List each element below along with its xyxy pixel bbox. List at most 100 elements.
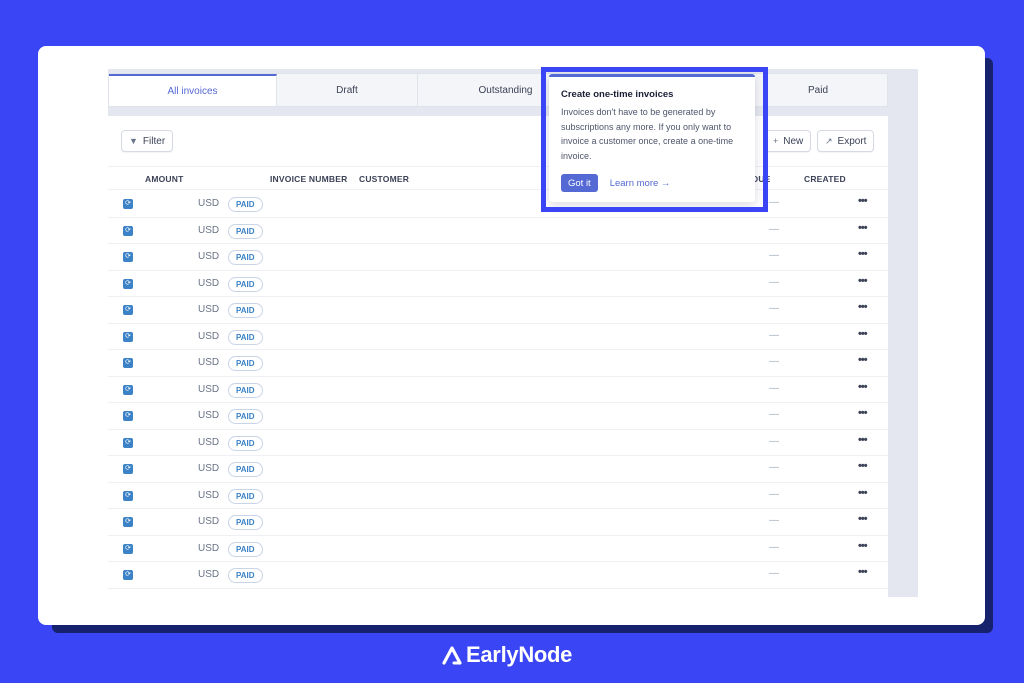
table-row[interactable]: ⟳ USD PAID — ••• bbox=[108, 430, 888, 456]
row-actions-icon[interactable]: ••• bbox=[858, 275, 868, 287]
brand-logo: EarlyNode bbox=[442, 642, 572, 668]
status-badge: PAID bbox=[228, 250, 263, 265]
export-arrow-icon: ↗ bbox=[825, 135, 833, 146]
status-badge: PAID bbox=[228, 356, 263, 371]
amount-currency: USD bbox=[198, 224, 220, 236]
new-label: New bbox=[783, 135, 804, 147]
new-invoice-button[interactable]: + New bbox=[765, 130, 812, 152]
status-badge: PAID bbox=[228, 303, 263, 318]
row-actions-icon[interactable]: ••• bbox=[858, 381, 868, 393]
row-actions-icon[interactable]: ••• bbox=[858, 195, 868, 207]
column-amount[interactable]: AMOUNT bbox=[145, 174, 184, 184]
amount-currency: USD bbox=[198, 277, 220, 289]
row-actions-icon[interactable]: ••• bbox=[858, 354, 868, 366]
invoice-icon: ⟳ bbox=[123, 437, 133, 448]
column-created[interactable]: CREATED bbox=[804, 174, 846, 184]
amount-currency: USD bbox=[198, 542, 220, 554]
invoice-icon: ⟳ bbox=[123, 570, 133, 580]
table-row[interactable]: ⟳ USD PAID — ••• bbox=[108, 271, 888, 297]
invoice-rows: ⟳ USD PAID — ••• ⟳ USD PAID — ••• ⟳ USD PAID — ••• ⟳ USD… bbox=[108, 191, 888, 589]
row-actions-icon[interactable]: ••• bbox=[858, 407, 868, 419]
table-row[interactable]: ⟳ USD PAID — ••• bbox=[108, 403, 888, 430]
due-value: — bbox=[769, 488, 779, 500]
invoice-icon: ⟳ bbox=[123, 305, 133, 315]
status-badge: PAID bbox=[228, 276, 263, 292]
filter-label: Filter bbox=[142, 135, 166, 147]
table-row[interactable]: ⟳ USD PAID — ••• bbox=[108, 218, 888, 244]
amount-currency: USD bbox=[198, 304, 220, 315]
status-badge: PAID bbox=[228, 568, 263, 583]
row-actions-icon[interactable]: ••• bbox=[858, 301, 868, 313]
table-row[interactable]: ⟳ USD PAID — ••• bbox=[108, 377, 888, 403]
amount-currency: USD bbox=[198, 383, 220, 395]
due-value: — bbox=[769, 515, 779, 526]
due-value: — bbox=[769, 409, 779, 420]
row-actions-icon[interactable]: ••• bbox=[858, 566, 868, 578]
due-value: — bbox=[769, 382, 779, 394]
due-value: — bbox=[769, 303, 779, 314]
tab-all-invoices[interactable]: All invoices bbox=[109, 74, 277, 106]
row-actions-icon[interactable]: ••• bbox=[858, 434, 868, 446]
status-badge: PAID bbox=[228, 515, 263, 530]
filter-icon: ▼ bbox=[129, 136, 138, 146]
tab-paid[interactable]: Paid bbox=[749, 74, 887, 106]
column-invoice-number[interactable]: INVOICE NUMBER bbox=[270, 174, 347, 184]
invoices-app: All invoices Draft Outstanding Paid ▼ Fi… bbox=[108, 69, 918, 597]
due-value: — bbox=[769, 197, 779, 208]
row-actions-icon[interactable]: ••• bbox=[858, 328, 868, 340]
row-actions-icon[interactable]: ••• bbox=[858, 248, 868, 260]
brand-name: EarlyNode bbox=[466, 642, 573, 667]
status-badge: PAID bbox=[228, 541, 263, 557]
invoice-icon: ⟳ bbox=[123, 225, 133, 236]
table-row[interactable]: ⟳ USD PAID — ••• bbox=[108, 562, 888, 589]
status-badge: PAID bbox=[228, 488, 263, 504]
due-value: — bbox=[769, 541, 779, 553]
row-actions-icon[interactable]: ••• bbox=[858, 460, 868, 472]
invoice-icon: ⟳ bbox=[123, 517, 133, 527]
tab-draft[interactable]: Draft bbox=[277, 74, 418, 106]
invoice-list-panel: ▼ Filter + New ↗ Export AMOUNT INVOICE N… bbox=[108, 116, 888, 597]
table-row[interactable]: ⟳ USD PAID — ••• bbox=[108, 483, 888, 509]
amount-currency: USD bbox=[198, 410, 220, 421]
row-actions-icon[interactable]: ••• bbox=[858, 513, 868, 525]
invoice-icon: ⟳ bbox=[123, 358, 133, 368]
invoice-icon: ⟳ bbox=[123, 411, 133, 421]
invoice-tabs: All invoices Draft Outstanding Paid bbox=[108, 73, 888, 107]
filter-button[interactable]: ▼ Filter bbox=[121, 130, 174, 152]
amount-currency: USD bbox=[198, 198, 220, 209]
table-row[interactable]: ⟳ USD PAID — ••• bbox=[108, 244, 888, 271]
amount-currency: USD bbox=[198, 436, 220, 448]
screenshot-card: All invoices Draft Outstanding Paid ▼ Fi… bbox=[38, 46, 985, 625]
amount-currency: USD bbox=[198, 516, 220, 527]
due-value: — bbox=[769, 250, 779, 261]
status-badge: PAID bbox=[228, 435, 263, 451]
table-row[interactable]: ⟳ USD PAID — ••• bbox=[108, 297, 888, 324]
due-value: — bbox=[769, 356, 779, 367]
status-badge: PAID bbox=[228, 382, 263, 398]
export-label: Export bbox=[837, 135, 867, 147]
invoice-icon: ⟳ bbox=[123, 490, 133, 501]
status-badge: PAID bbox=[228, 409, 263, 424]
table-row[interactable]: ⟳ USD PAID — ••• bbox=[108, 456, 888, 483]
popover-highlight-frame bbox=[541, 67, 768, 212]
invoice-icon: ⟳ bbox=[123, 464, 133, 474]
table-row[interactable]: ⟳ USD PAID — ••• bbox=[108, 324, 888, 350]
amount-currency: USD bbox=[198, 330, 220, 342]
amount-currency: USD bbox=[198, 357, 220, 368]
export-button[interactable]: ↗ Export bbox=[817, 130, 875, 152]
table-row[interactable]: ⟳ USD PAID — ••• bbox=[108, 536, 888, 562]
amount-currency: USD bbox=[198, 251, 220, 262]
row-actions-icon[interactable]: ••• bbox=[858, 540, 868, 552]
due-value: — bbox=[769, 223, 779, 235]
table-row[interactable]: ⟳ USD PAID — ••• bbox=[108, 350, 888, 377]
table-row[interactable]: ⟳ USD PAID — ••• bbox=[108, 191, 888, 218]
due-value: — bbox=[769, 329, 779, 341]
column-customer[interactable]: CUSTOMER bbox=[359, 174, 409, 184]
row-actions-icon[interactable]: ••• bbox=[858, 222, 868, 234]
invoice-icon: ⟳ bbox=[123, 278, 133, 289]
amount-currency: USD bbox=[198, 569, 220, 580]
status-badge: PAID bbox=[228, 197, 263, 212]
table-row[interactable]: ⟳ USD PAID — ••• bbox=[108, 509, 888, 536]
invoice-icon: ⟳ bbox=[123, 384, 133, 395]
row-actions-icon[interactable]: ••• bbox=[858, 487, 868, 499]
